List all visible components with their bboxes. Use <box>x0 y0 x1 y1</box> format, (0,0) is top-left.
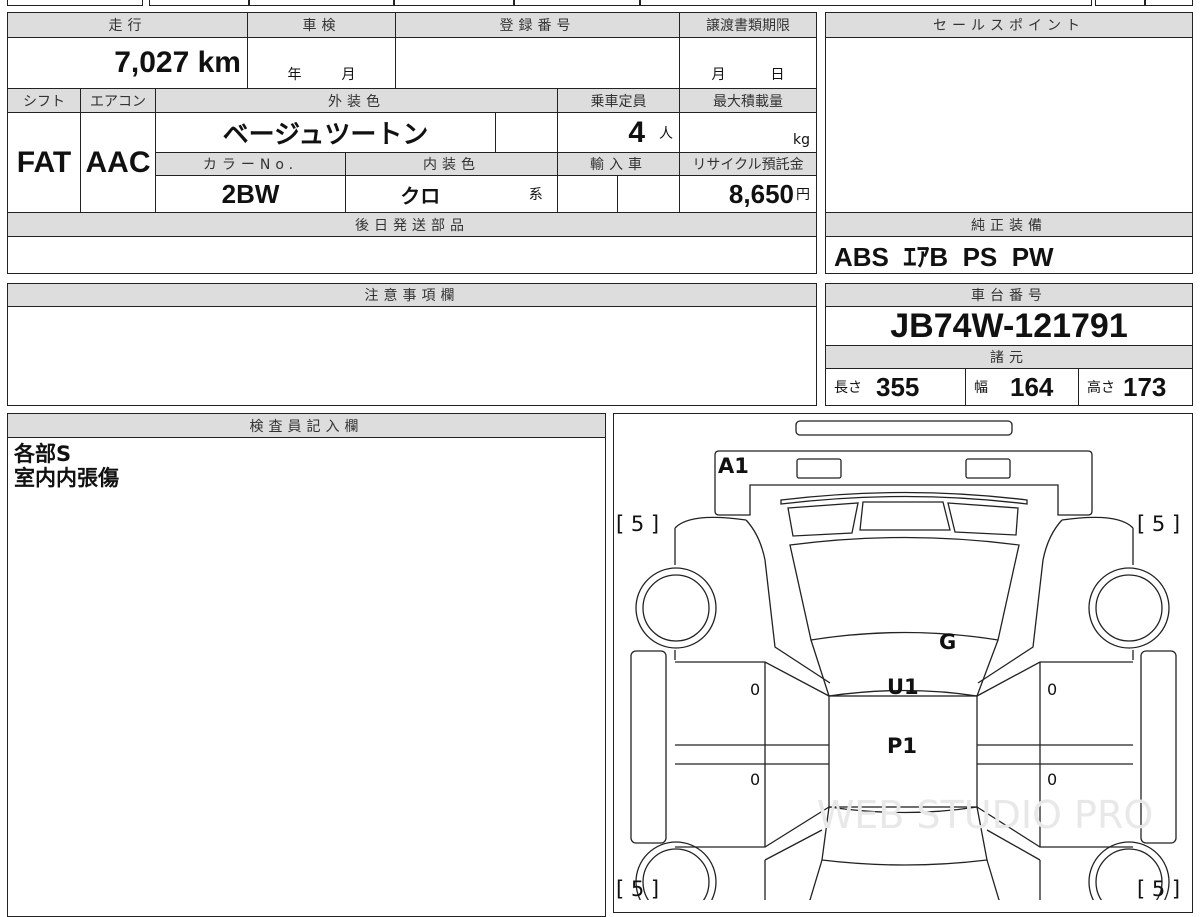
front-fender-left <box>674 516 831 684</box>
tire-tread-front-right: [ 5 ] <box>1137 512 1180 536</box>
tailgate <box>809 859 1000 900</box>
car-diagram: WEB STUDIO PRO A1 G U1 P1 [ 5 ] [ 5 ] [ … <box>616 420 1180 900</box>
damage-mark-roof-front: G <box>939 630 956 654</box>
damage-mark-roof: U1 <box>887 675 919 699</box>
front-panel <box>714 450 1093 516</box>
tire-tread-front-left: [ 5 ] <box>616 512 659 536</box>
door-mark: 0 <box>750 680 760 699</box>
tire-tread-rear-left: [ 5 ] <box>616 877 659 900</box>
headlight-left <box>796 458 842 479</box>
hood-right <box>947 502 1019 536</box>
door-mark: 0 <box>1047 680 1057 699</box>
front-fender-right <box>977 516 1134 684</box>
door-mark: 0 <box>750 770 760 789</box>
hood-left <box>787 502 859 537</box>
windshield <box>789 536 1020 641</box>
door-mark: 0 <box>1047 770 1057 789</box>
damage-mark-roof-rear: P1 <box>887 734 917 758</box>
rear-quarter-right <box>986 829 1041 900</box>
step-left <box>630 650 667 844</box>
hood-center <box>859 501 951 531</box>
tire-tread-rear-right: [ 5 ] <box>1137 877 1180 900</box>
wheel-front-left <box>642 574 710 642</box>
damage-mark-front: A1 <box>718 454 749 478</box>
wheel-front-right <box>1095 574 1163 642</box>
watermark: WEB STUDIO PRO <box>817 793 1154 837</box>
front-bumper <box>795 420 1013 436</box>
headlight-right <box>965 458 1011 479</box>
